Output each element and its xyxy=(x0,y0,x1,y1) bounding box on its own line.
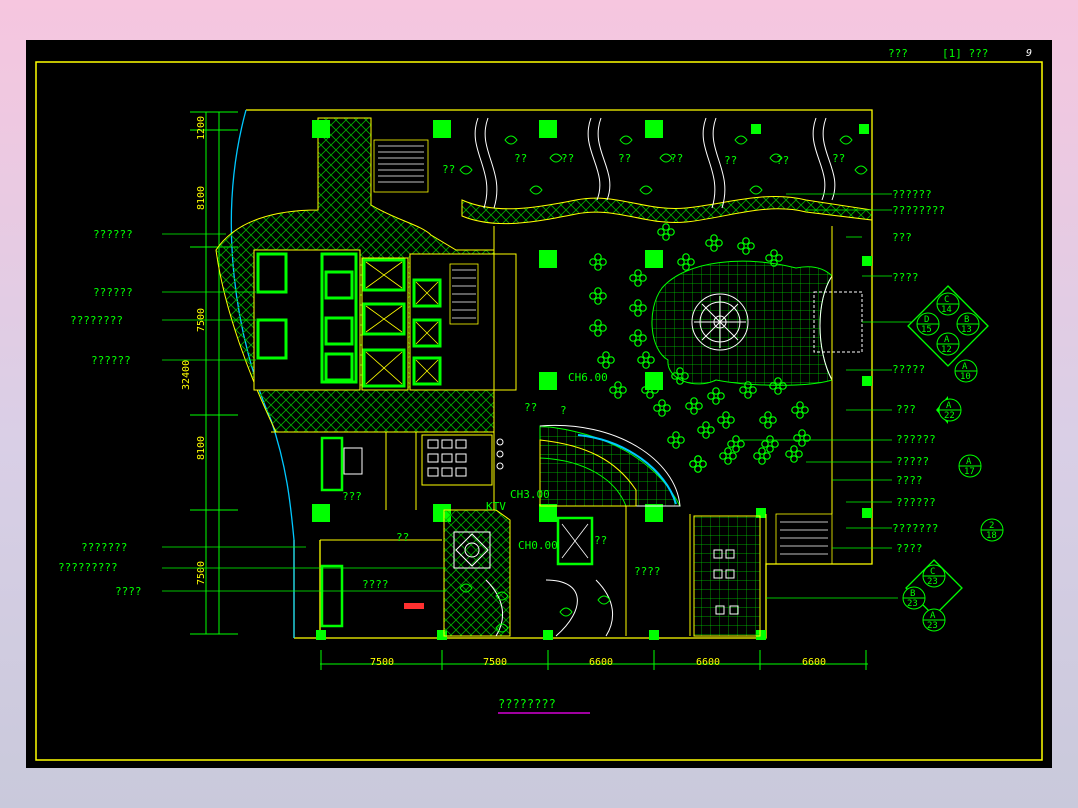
marker-m2-letter: A xyxy=(946,401,952,411)
stairs-north xyxy=(373,139,429,193)
marker-m4-num: 18 xyxy=(986,531,997,541)
sheet-border xyxy=(35,61,1043,761)
marker-m4-letter: 2 xyxy=(989,521,994,531)
dim-bottom-2: 7500 xyxy=(483,657,507,668)
ktv-corridor xyxy=(443,509,511,637)
marker-m3-letter: A xyxy=(966,457,972,467)
dim-total: 32400 xyxy=(181,360,192,390)
dim-bottom-4: 6600 xyxy=(696,657,720,668)
restroom-block xyxy=(421,434,493,486)
marker-top-a: A xyxy=(944,335,950,345)
label-room-1: ?? xyxy=(514,152,527,165)
label-room-2: ?? xyxy=(561,152,574,165)
marker-bottom-c-num: 23 xyxy=(927,577,938,587)
label-ch600: CH6.00 xyxy=(568,371,608,384)
right-callout-6: ??? xyxy=(896,403,916,416)
label-ch300: CH3.00 xyxy=(510,488,550,501)
left-callout-2: ?????? xyxy=(93,286,133,299)
dim-bottom-5: 6600 xyxy=(802,657,826,668)
right-callout-2: ???????? xyxy=(892,204,945,217)
drawing-title: ???????? xyxy=(498,697,556,711)
drawing-sheet: ??? [1] ??? 9 1200 8100 7500 8100 7500 3… xyxy=(26,40,1052,768)
title-block-ref: [1] ??? xyxy=(942,47,988,60)
label-room-7: ?? xyxy=(832,152,845,165)
marker-bottom-a: A xyxy=(930,611,936,621)
elevator-south-cross xyxy=(561,523,589,559)
marker-bottom-c: C xyxy=(930,567,935,577)
stage-grid xyxy=(651,260,833,386)
stairs-east xyxy=(775,513,833,565)
right-callout-7: ?????? xyxy=(896,433,936,446)
left-callout-5: ??????? xyxy=(81,541,127,554)
label-room-10: ?? xyxy=(396,531,409,544)
label-room-13: ???? xyxy=(634,565,661,578)
label-room-11: ?? xyxy=(594,534,607,547)
right-callout-9: ???? xyxy=(896,474,923,487)
dim-bottom-3: 6600 xyxy=(589,657,613,668)
marker-top-d: D xyxy=(924,315,929,325)
dim-bottom-1: 7500 xyxy=(370,657,394,668)
right-callout-12: ???? xyxy=(896,542,923,555)
left-callout-3: ???????? xyxy=(70,314,123,327)
marker-bottom-b: B xyxy=(910,589,915,599)
label-room-9: ??? xyxy=(342,490,362,503)
title-block-page: 9 xyxy=(1026,48,1032,59)
marker-m2-num: 22 xyxy=(944,411,955,421)
dim-1200: 1200 xyxy=(196,116,207,140)
label-room-8: ?? xyxy=(442,163,455,176)
left-callout-7: ???? xyxy=(115,585,142,598)
dim-8100-a: 8100 xyxy=(196,186,207,210)
marker-top-a-num: 12 xyxy=(941,345,952,355)
right-callout-8: ????? xyxy=(896,455,929,468)
right-callout-3: ??? xyxy=(892,231,912,244)
red-marker xyxy=(404,603,424,609)
left-callout-1: ?????? xyxy=(93,228,133,241)
label-room-14: ? xyxy=(560,404,567,417)
west-lower-shafts xyxy=(320,436,344,628)
marker-m3-num: 17 xyxy=(964,467,975,477)
label-ktv: KTV xyxy=(486,500,506,513)
right-callout-11: ??????? xyxy=(892,522,938,535)
marker-bottom-b-num: 23 xyxy=(907,599,918,609)
label-room-3: ?? xyxy=(618,152,631,165)
right-callout-4: ???? xyxy=(892,271,919,284)
dim-7500-b: 7500 xyxy=(196,561,207,585)
marker-top-b-num: 13 xyxy=(961,325,972,335)
north-booth-plants xyxy=(459,135,868,195)
label-room-6: ?? xyxy=(776,154,789,167)
label-room-15: ?? xyxy=(524,401,537,414)
marker-m1-letter: A xyxy=(962,362,968,372)
marker-m1-num: 10 xyxy=(960,372,971,382)
right-callout-1: ?????? xyxy=(892,188,932,201)
label-room-5: ?? xyxy=(724,154,737,167)
right-callout-5: ????? xyxy=(892,363,925,376)
title-block-label: ??? xyxy=(888,47,908,60)
right-callout-10: ?????? xyxy=(896,496,936,509)
floor-plan-canvas: ??? [1] ??? 9 1200 8100 7500 8100 7500 3… xyxy=(35,47,1043,761)
marker-top-c: C xyxy=(944,295,949,305)
marker-top-d-num: 15 xyxy=(921,325,932,335)
label-room-12: ???? xyxy=(362,578,389,591)
left-callout-6: ????????? xyxy=(58,561,118,574)
left-callout-4: ?????? xyxy=(91,354,131,367)
marker-top-b: B xyxy=(964,315,969,325)
marker-top-c-num: 14 xyxy=(941,305,952,315)
stage-round-pattern xyxy=(691,293,749,351)
marker-bottom-a-num: 23 xyxy=(927,621,938,631)
east-restroom-grid xyxy=(693,515,761,637)
label-room-4: ?? xyxy=(670,152,683,165)
dim-8100-b: 8100 xyxy=(196,436,207,460)
label-ch000: CH0.00 xyxy=(518,539,558,552)
west-lower-box xyxy=(343,447,363,475)
